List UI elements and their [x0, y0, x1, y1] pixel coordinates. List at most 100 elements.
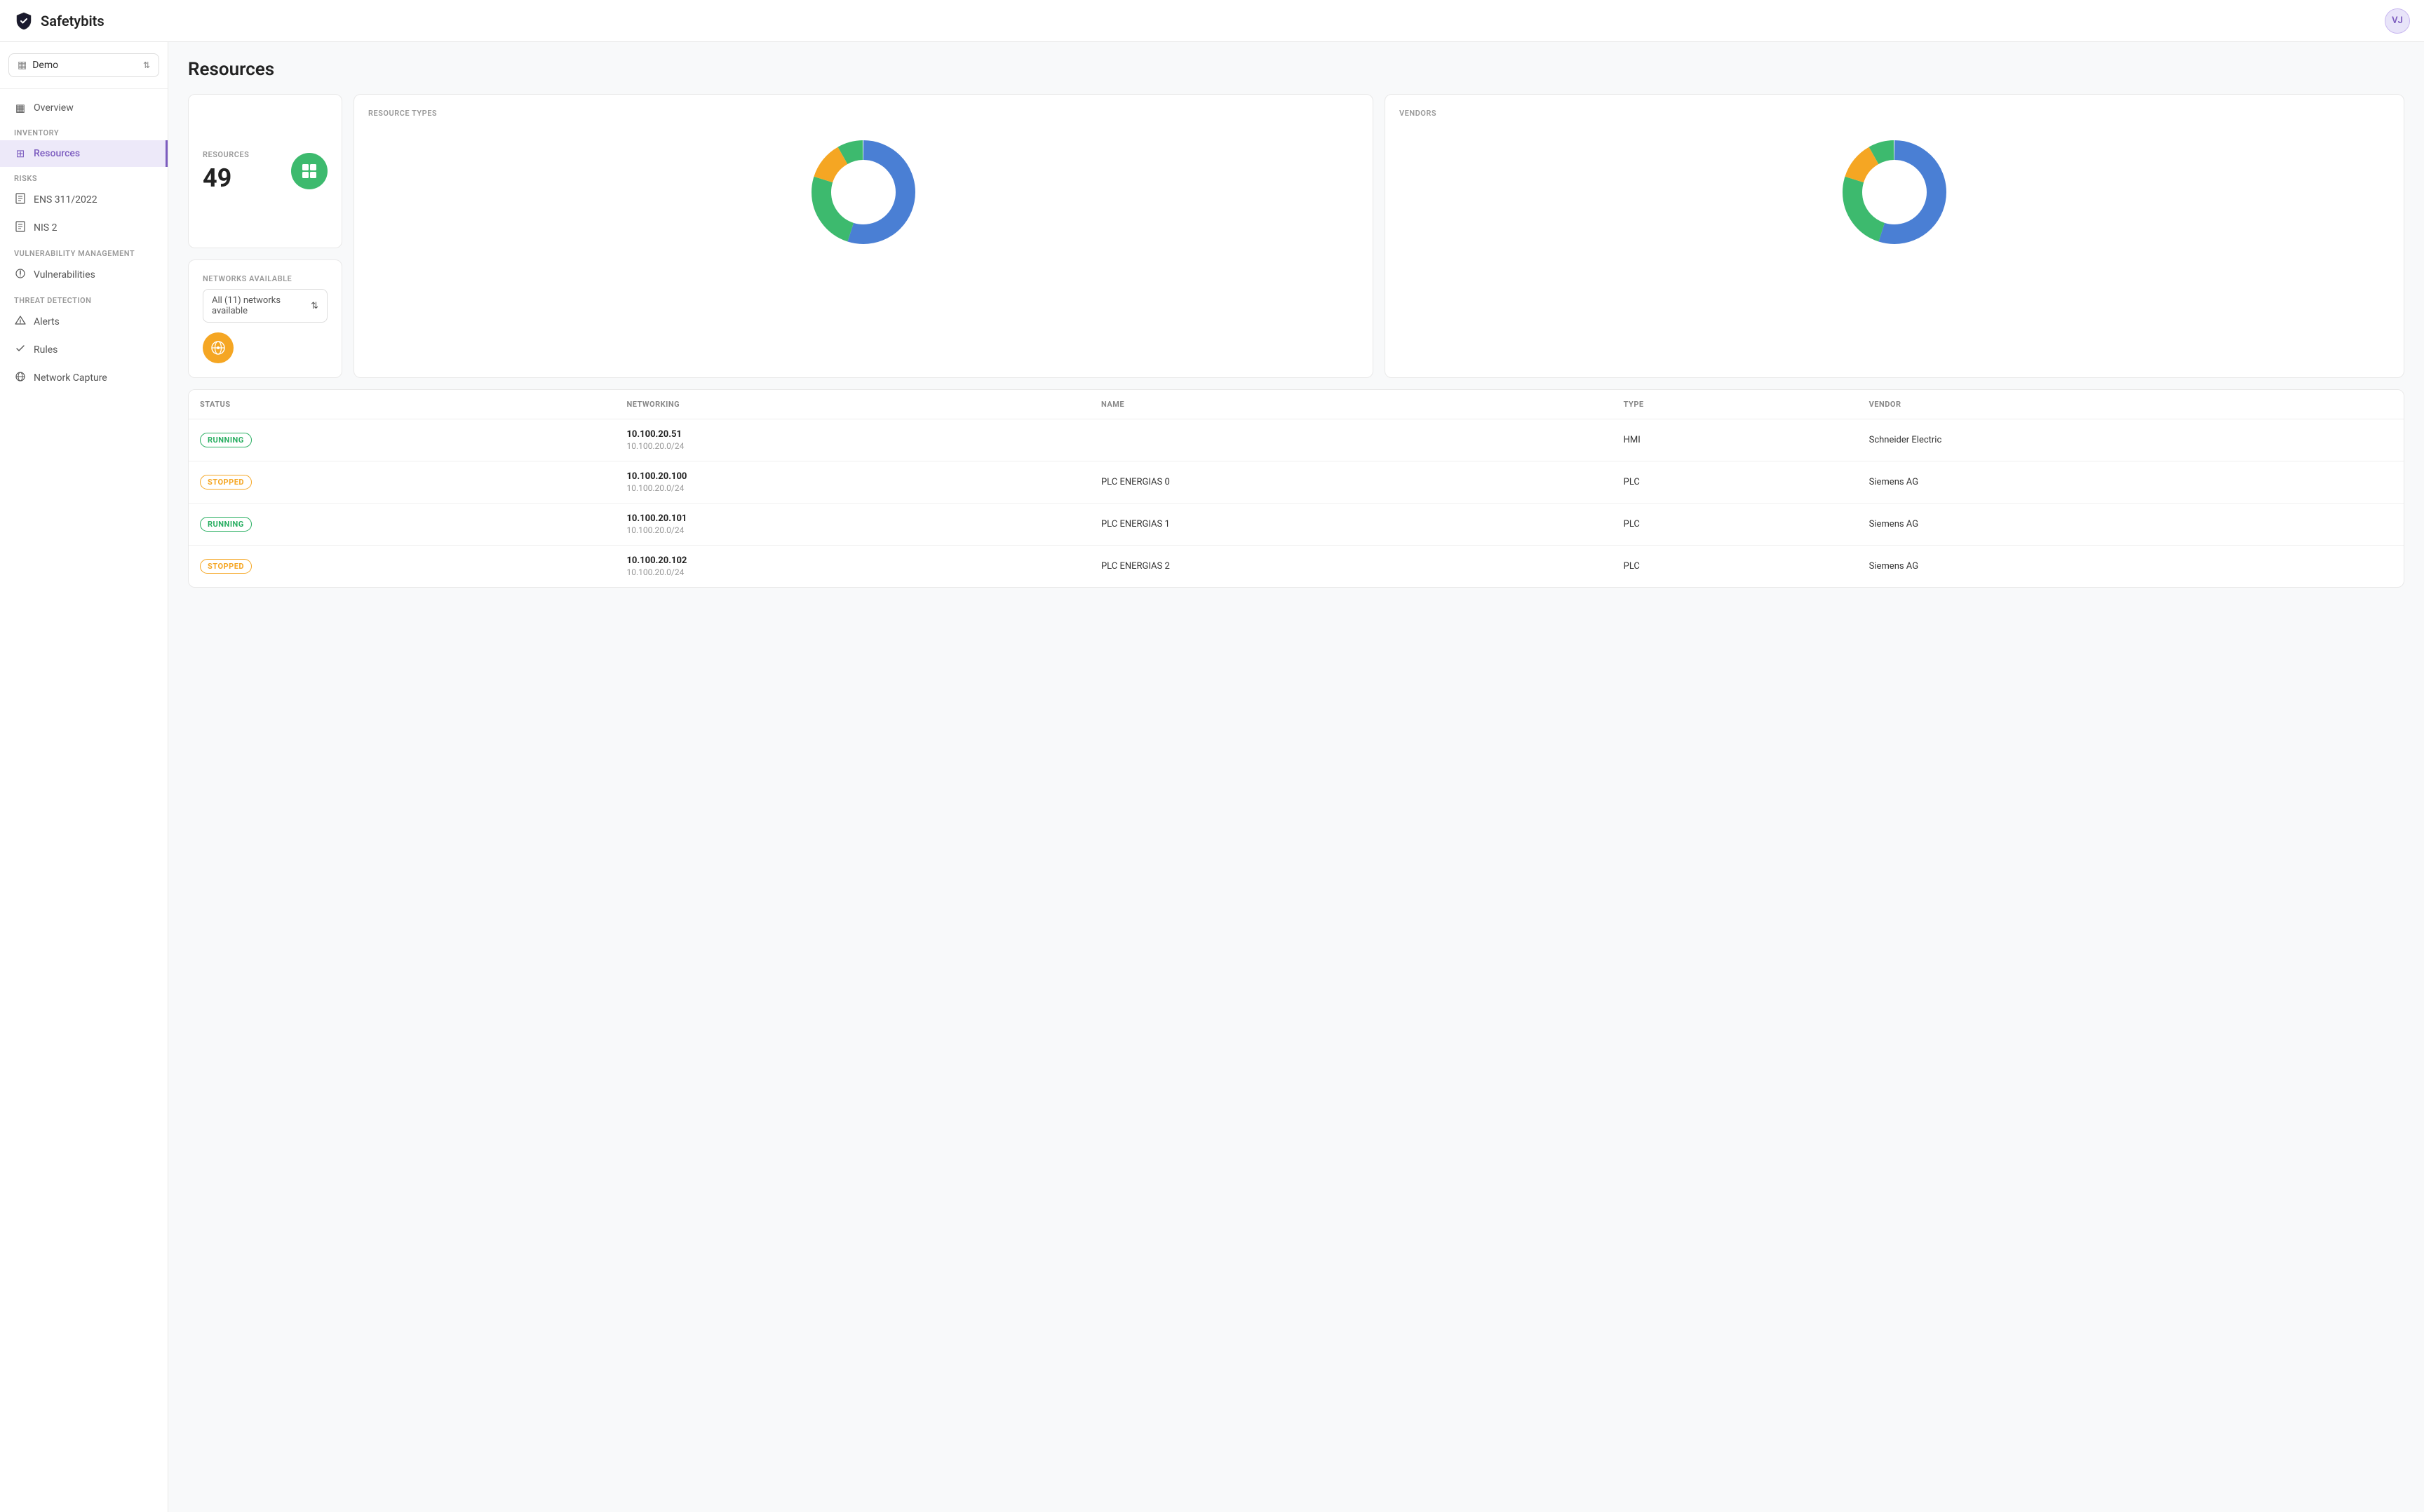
- app-layout: ▦ Demo ⇅ ▦ Overview INVENTORY ⊞ Resource…: [0, 42, 2424, 1512]
- sidebar-item-resources[interactable]: ⊞ Resources: [0, 140, 168, 167]
- overview-icon: ▦: [14, 102, 27, 114]
- top-section: RESOURCES 49 NETWORKS AVAILABLE All (11)…: [188, 94, 2404, 378]
- sidebar-section-inventory: INVENTORY: [0, 121, 168, 140]
- vendors-donut: [1831, 129, 1958, 255]
- name-cell: PLC ENERGIAS 2: [1090, 546, 1612, 588]
- resource-types-chart-card: RESOURCE TYPES: [354, 94, 1373, 378]
- name-cell: PLC ENERGIAS 0: [1090, 461, 1612, 504]
- vendor-cell: Siemens AG: [1858, 546, 2404, 588]
- ip-address: 10.100.20.100: [626, 471, 1079, 482]
- networking-cell: 10.100.20.101 10.100.20.0/24: [615, 504, 1090, 546]
- ip-address: 10.100.20.102: [626, 555, 1079, 566]
- right-charts: RESOURCE TYPES VENDORS: [354, 94, 2404, 378]
- table-row[interactable]: STOPPED 10.100.20.102 10.100.20.0/24 PLC…: [189, 546, 2404, 588]
- status-badge: RUNNING: [200, 433, 252, 447]
- sidebar-item-label: Network Capture: [34, 372, 107, 384]
- logo: Safetybits: [14, 11, 105, 31]
- subnet: 10.100.20.0/24: [626, 525, 1079, 535]
- subnet: 10.100.20.0/24: [626, 441, 1079, 451]
- sidebar-item-rules[interactable]: Rules: [0, 336, 168, 364]
- shield-icon: [14, 11, 34, 31]
- rules-icon: [14, 343, 27, 357]
- workspace-name: Demo: [32, 60, 58, 71]
- workspace-icon: ▦: [18, 60, 27, 71]
- vendor-cell: Siemens AG: [1858, 461, 2404, 504]
- subnet: 10.100.20.0/24: [626, 567, 1079, 577]
- subnet: 10.100.20.0/24: [626, 483, 1079, 493]
- network-capture-icon: [14, 371, 27, 385]
- name-cell: [1090, 419, 1612, 461]
- sidebar-divider: [0, 88, 168, 89]
- networking-cell: 10.100.20.100 10.100.20.0/24: [615, 461, 1090, 504]
- type-cell: PLC: [1612, 504, 1858, 546]
- sidebar-item-label: ENS 311/2022: [34, 194, 97, 205]
- ip-address: 10.100.20.51: [626, 429, 1079, 440]
- networks-chevron: ⇅: [311, 301, 318, 311]
- vuln-icon: [14, 268, 27, 282]
- sidebar-item-label: NIS 2: [34, 222, 57, 234]
- col-status: STATUS: [189, 390, 615, 419]
- networking-cell: 10.100.20.102 10.100.20.0/24: [615, 546, 1090, 588]
- sidebar-item-label: Alerts: [34, 316, 60, 328]
- type-cell: PLC: [1612, 546, 1858, 588]
- status-badge: RUNNING: [200, 517, 252, 532]
- sidebar-item-network-capture[interactable]: Network Capture: [0, 364, 168, 392]
- table-body: RUNNING 10.100.20.51 10.100.20.0/24 HMI …: [189, 419, 2404, 588]
- col-type: TYPE: [1612, 390, 1858, 419]
- table-row[interactable]: RUNNING 10.100.20.51 10.100.20.0/24 HMI …: [189, 419, 2404, 461]
- sidebar-item-label: Vulnerabilities: [34, 269, 95, 281]
- header: Safetybits VJ: [0, 0, 2424, 42]
- type-cell: PLC: [1612, 461, 1858, 504]
- page-title: Resources: [188, 59, 2404, 80]
- sidebar-item-overview[interactable]: ▦ Overview: [0, 95, 168, 121]
- sidebar-item-label: Rules: [34, 344, 58, 356]
- sidebar: ▦ Demo ⇅ ▦ Overview INVENTORY ⊞ Resource…: [0, 42, 168, 1512]
- vendors-chart-card: VENDORS: [1385, 94, 2404, 378]
- resources-count: 49: [203, 163, 249, 193]
- brand-name: Safetybits: [41, 13, 105, 29]
- status-badge: STOPPED: [200, 559, 252, 574]
- resources-label: RESOURCES: [203, 150, 249, 159]
- resources-count-card: RESOURCES 49: [188, 94, 342, 248]
- type-cell: HMI: [1612, 419, 1858, 461]
- workspace-selector[interactable]: ▦ Demo ⇅: [8, 53, 159, 77]
- col-networking: NETWORKING: [615, 390, 1090, 419]
- chevron-icon: ⇅: [143, 60, 150, 70]
- sidebar-item-ens[interactable]: ENS 311/2022: [0, 186, 168, 214]
- networks-card: NETWORKS AVAILABLE All (11) networks ava…: [188, 259, 342, 378]
- sidebar-item-alerts[interactable]: Alerts: [0, 308, 168, 336]
- main-content: Resources RESOURCES 49 NETWORKS AVAIL: [168, 42, 2424, 1512]
- table-row[interactable]: RUNNING 10.100.20.101 10.100.20.0/24 PLC…: [189, 504, 2404, 546]
- networks-select[interactable]: All (11) networks available ⇅: [203, 289, 328, 323]
- resources-table-card: STATUS NETWORKING NAME TYPE VENDOR RUNNI…: [188, 389, 2404, 588]
- status-badge: STOPPED: [200, 475, 252, 490]
- ip-address: 10.100.20.101: [626, 513, 1079, 524]
- sidebar-section-threat: THREAT DETECTION: [0, 289, 168, 308]
- sidebar-item-label: Overview: [34, 102, 74, 114]
- networking-cell: 10.100.20.51 10.100.20.0/24: [615, 419, 1090, 461]
- resource-types-donut: [800, 129, 927, 255]
- col-vendor: VENDOR: [1858, 390, 2404, 419]
- sidebar-item-nis2[interactable]: NIS 2: [0, 214, 168, 242]
- status-cell: RUNNING: [189, 419, 615, 461]
- sidebar-item-label: Resources: [34, 148, 80, 159]
- name-cell: PLC ENERGIAS 1: [1090, 504, 1612, 546]
- sidebar-section-risks: RISKS: [0, 167, 168, 186]
- vendor-cell: Siemens AG: [1858, 504, 2404, 546]
- table-header: STATUS NETWORKING NAME TYPE VENDOR: [189, 390, 2404, 419]
- left-cards: RESOURCES 49 NETWORKS AVAILABLE All (11)…: [188, 94, 342, 378]
- networks-label: NETWORKS AVAILABLE: [203, 274, 328, 283]
- status-cell: RUNNING: [189, 504, 615, 546]
- sidebar-section-vulnerability: VULNERABILITY MANAGEMENT: [0, 242, 168, 261]
- vendor-cell: Schneider Electric: [1858, 419, 2404, 461]
- ens-icon: [14, 193, 27, 207]
- col-name: NAME: [1090, 390, 1612, 419]
- sidebar-item-vulnerabilities[interactable]: Vulnerabilities: [0, 261, 168, 289]
- resource-types-label: RESOURCE TYPES: [368, 109, 437, 118]
- table-row[interactable]: STOPPED 10.100.20.100 10.100.20.0/24 PLC…: [189, 461, 2404, 504]
- status-cell: STOPPED: [189, 546, 615, 588]
- user-avatar[interactable]: VJ: [2385, 8, 2410, 34]
- resources-table: STATUS NETWORKING NAME TYPE VENDOR RUNNI…: [189, 390, 2404, 587]
- networks-select-value: All (11) networks available: [212, 295, 311, 316]
- vendors-label: VENDORS: [1399, 109, 1436, 118]
